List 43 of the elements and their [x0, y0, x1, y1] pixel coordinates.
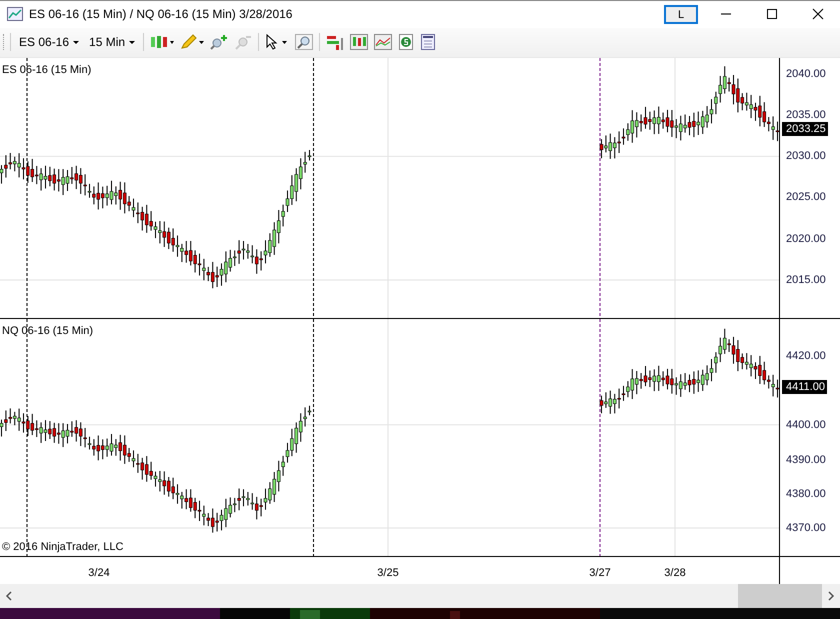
price-tick-label: 4420.00 — [786, 350, 826, 362]
panel-label: NQ 06-16 (15 Min) — [2, 324, 94, 340]
instrument-dropdown[interactable]: ES 06-16 — [17, 33, 82, 52]
last-price-tag: 2033.25 — [782, 122, 828, 136]
pointer-icon[interactable] — [265, 34, 290, 50]
price-tick-label: 2020.00 — [786, 232, 826, 244]
panel-label: ES 06-16 (15 Min) — [2, 62, 92, 78]
line-chart-icon[interactable] — [374, 34, 392, 50]
caret-icon — [129, 40, 136, 44]
search-icon[interactable] — [295, 34, 314, 50]
price-tick-label: 2015.00 — [786, 274, 826, 286]
copyright-text: © 2016 NinjaTrader, LLC — [2, 540, 124, 555]
horizontal-scrollbar[interactable] — [0, 584, 840, 608]
dollar-icon[interactable] — [398, 34, 414, 50]
caret-icon — [73, 40, 80, 44]
maximize-icon[interactable] — [766, 8, 778, 20]
link-button[interactable]: L — [664, 4, 698, 24]
properties-icon[interactable] — [420, 34, 436, 50]
pencil-icon[interactable] — [180, 34, 204, 50]
zoom-in-icon[interactable] — [210, 34, 228, 50]
close-icon[interactable] — [812, 8, 824, 20]
price-tick-label: 4400.00 — [786, 419, 826, 432]
window-title: ES 06-16 (15 Min) / NQ 06-16 (15 Min) 3/28/2016 — [29, 6, 292, 24]
price-tick-label: 2035.00 — [786, 108, 826, 121]
candlestick-icon[interactable] — [350, 34, 368, 50]
scroll-left-icon[interactable] — [4, 591, 14, 601]
date-axis-label: 3/28 — [664, 566, 686, 582]
candlestick-icon[interactable] — [150, 34, 174, 50]
scroll-right-icon[interactable] — [826, 591, 836, 601]
price-tick-label: 2030.00 — [786, 150, 826, 162]
chart-icon — [7, 7, 23, 22]
scrollbar-thumb[interactable] — [738, 584, 822, 608]
price-tick-label: 2040.00 — [786, 68, 826, 80]
last-price-tag: 4411.00 — [782, 380, 827, 394]
price-tick-label: 4380.00 — [786, 488, 826, 500]
date-axis-label: 3/25 — [377, 566, 399, 582]
bars-icon[interactable] — [326, 34, 344, 50]
price-tick-label: 4390.00 — [786, 454, 826, 466]
date-axis-label: 3/24 — [88, 566, 110, 582]
price-tick-label: 2025.00 — [786, 191, 826, 204]
price-tick-label: 4370.00 — [786, 522, 826, 534]
date-axis-label: 3/27 — [589, 566, 611, 582]
interval-dropdown[interactable]: 15 Min — [87, 33, 138, 52]
